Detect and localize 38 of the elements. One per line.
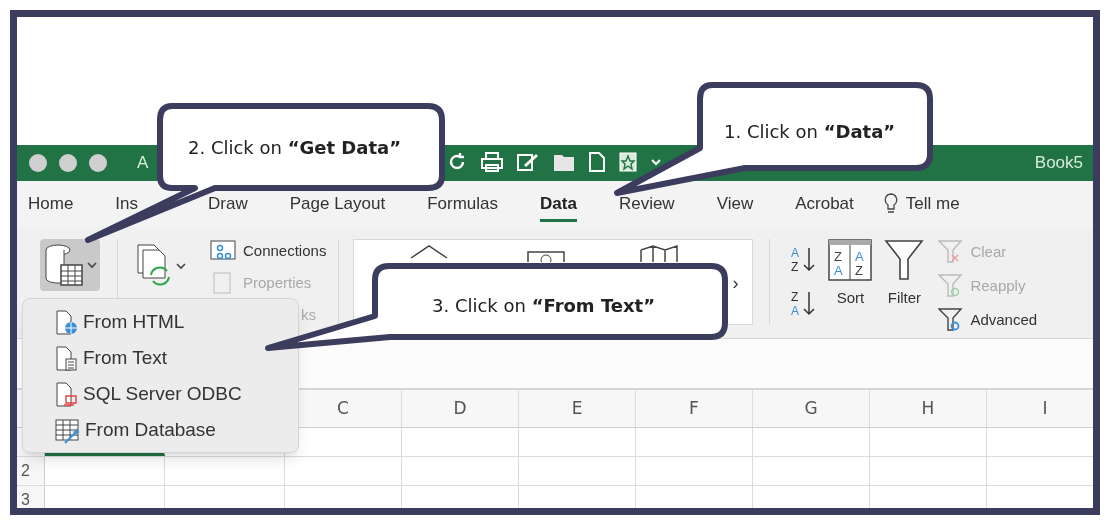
sort-grid-icon: Z A A Z (828, 239, 873, 281)
callout-text: 2. Click on “Get Data” (188, 136, 401, 160)
document-title: Book5 (1034, 152, 1083, 175)
ribbon-command[interactable]: Connections (243, 239, 327, 263)
menu-item[interactable]: SQL Server ODBC (55, 379, 298, 410)
ribbon-tab[interactable]: Page Layout (289, 191, 386, 217)
menu-item-label: From Database (85, 418, 216, 443)
filter-button[interactable]: Filter (884, 239, 925, 310)
ribbon-tab[interactable]: Ins (115, 191, 139, 217)
ribbon-tab[interactable]: Draw (208, 191, 248, 217)
ribbon-tab[interactable]: Acrobat (795, 191, 854, 217)
menu-item-label: From HTML (83, 310, 185, 335)
row-header[interactable]: 2 (17, 457, 45, 485)
menu-item-label: From Text (83, 346, 168, 371)
menu-item[interactable]: From Database (55, 415, 298, 446)
window-title: A (137, 152, 149, 175)
column-header[interactable]: F (689, 395, 699, 422)
column-header[interactable]: E (571, 395, 583, 422)
sort-button[interactable]: Z A A Z Sort (828, 239, 873, 310)
column-header[interactable]: D (453, 395, 467, 422)
menu-item-label: SQL Server ODBC (83, 382, 242, 407)
ribbon-tab[interactable]: Home (28, 191, 74, 217)
ribbon-tab[interactable]: View (716, 191, 754, 217)
ribbon-tab[interactable]: Review (618, 191, 675, 217)
ribbon-tab[interactable]: Data (540, 191, 577, 222)
menu-item[interactable]: From Text (55, 343, 298, 374)
ribbon-tab[interactable]: Formulas (427, 191, 499, 217)
callout-text: 3. Click on “From Text” (432, 294, 656, 318)
ribbon-command[interactable]: Advanced (970, 308, 1038, 332)
column-header[interactable]: I (1042, 395, 1048, 422)
row-header[interactable]: 3 (17, 486, 45, 508)
column-header[interactable]: H (921, 395, 935, 422)
callout-text: 1. Click on “Data” (724, 120, 896, 144)
column-header[interactable]: C (337, 395, 349, 422)
tell-me-search[interactable]: Tell me (905, 191, 960, 217)
more-chevron[interactable]: › (732, 270, 739, 297)
column-header[interactable]: G (804, 395, 818, 422)
menu-item[interactable]: From HTML (55, 307, 298, 338)
